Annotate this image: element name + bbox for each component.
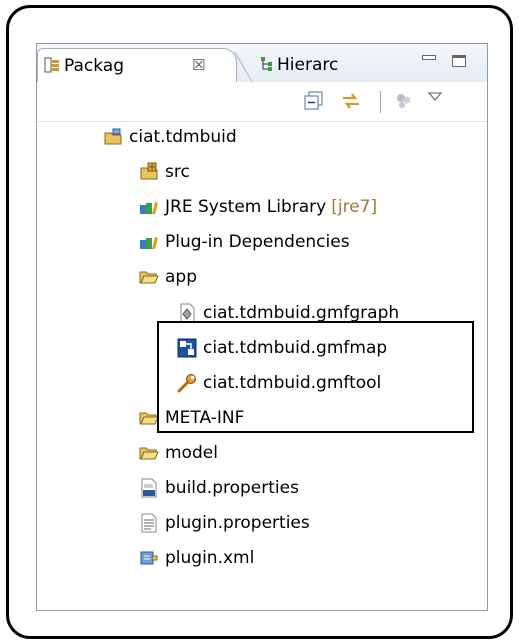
tree-item-label: Plug-in Dependencies xyxy=(165,232,350,252)
source-folder-icon xyxy=(140,162,158,180)
tree-item-label: app xyxy=(165,267,197,287)
collapse-all-icon[interactable] xyxy=(303,90,325,112)
gmf-files-highlight-box xyxy=(157,321,474,433)
filter-icon[interactable] xyxy=(393,90,415,112)
tree-item-label: build.properties xyxy=(165,478,299,498)
hierarchy-icon xyxy=(261,57,272,71)
library-icon xyxy=(140,202,158,214)
tab-package-explorer[interactable]: Packag ☒ xyxy=(37,48,237,82)
gmfgraph-file-icon xyxy=(180,303,195,323)
package-explorer-icon xyxy=(44,57,59,73)
tree-item-build-properties[interactable]: build.properties xyxy=(139,473,299,503)
view-toolbar xyxy=(37,82,487,122)
view-tab-bar: Packag ☒ Hierarc xyxy=(37,44,487,82)
tree-item-plugin-dependencies[interactable]: Plug-in Dependencies xyxy=(139,227,350,257)
tree-item-plugin-xml[interactable]: plugin.xml xyxy=(139,543,254,573)
plugin-project-icon xyxy=(104,128,122,145)
link-with-editor-icon[interactable] xyxy=(340,90,362,112)
plugin-xml-icon xyxy=(140,551,158,565)
tree-item-project[interactable]: ciat.tdmbuid xyxy=(103,122,237,152)
tree-item-model[interactable]: model xyxy=(139,438,218,468)
tree-item-label: ciat.tdmbuid.gmfgraph xyxy=(203,303,400,323)
properties-file-icon xyxy=(141,478,157,498)
folder-open-icon xyxy=(139,412,159,425)
package-explorer-view: Packag ☒ Hierarc ciat.tdmbuid src JRE Sy… xyxy=(36,43,488,611)
tree-item-plugin-properties[interactable]: plugin.properties xyxy=(139,508,310,538)
tree-item-label: ciat.tdmbuid xyxy=(129,127,237,147)
tree-item-label: plugin.xml xyxy=(165,548,255,568)
library-icon xyxy=(140,237,158,249)
tab-hierarchy[interactable]: Hierarc xyxy=(249,48,399,82)
tree-item-decoration: [jre7] xyxy=(331,197,378,217)
folder-open-icon xyxy=(139,271,159,284)
tree-item-src[interactable]: src xyxy=(139,157,190,187)
tree-item-jre-library[interactable]: JRE System Library [jre7] xyxy=(139,192,377,222)
minimize-icon[interactable] xyxy=(422,55,436,60)
text-file-icon xyxy=(141,513,157,533)
view-menu-icon[interactable] xyxy=(425,88,447,110)
tab-label: Hierarc xyxy=(277,55,339,75)
close-icon[interactable]: ☒ xyxy=(192,56,205,74)
tree-item-label: JRE System Library xyxy=(165,197,327,217)
tree-item-label: model xyxy=(165,443,218,463)
maximize-icon[interactable] xyxy=(452,55,466,67)
tab-label: Packag xyxy=(64,55,125,76)
folder-open-icon xyxy=(139,447,159,460)
tree-item-app-folder[interactable]: app xyxy=(139,262,197,292)
tree-item-label: src xyxy=(165,162,190,182)
tree-item-label: plugin.properties xyxy=(165,513,310,533)
toolbar-separator xyxy=(380,91,381,113)
